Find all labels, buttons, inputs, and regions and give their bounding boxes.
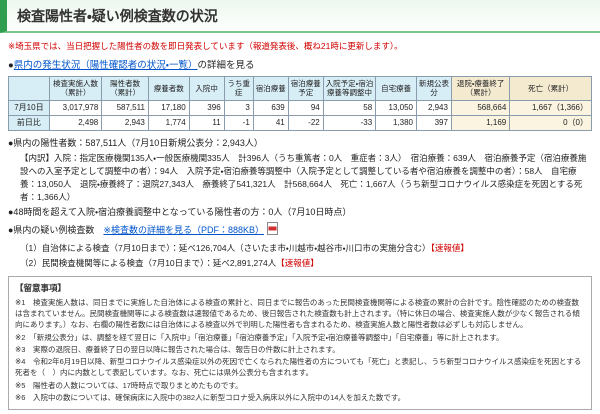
- cell-adjusting: 58: [322, 99, 377, 116]
- municipal-tests-text: （1）自治体による検査（7月10日まで）：延べ126,704人（さいたま市・川越…: [20, 242, 431, 253]
- table-row-daily-change: 前日比 2,498 2,943 1,774 11 -1 41 -22 -33 1…: [8, 114, 592, 131]
- col-header-discharged: 退院・療養終了（累計）: [450, 76, 511, 101]
- cell-under-care: 17,180: [147, 99, 190, 116]
- suspected-tests-label: ●県内の疑い例検査数: [8, 224, 104, 235]
- positives-total-line: ●県内の陽性者数：587,511人（7月10日新規公表分：2,943人）: [8, 137, 263, 148]
- cell-new-cases: 2,943: [416, 99, 452, 116]
- note-item-1: ※1 検査実施人数は、同日までに実施した自治体による検査の累計と、同日までに報告…: [15, 297, 580, 330]
- table-header-row: 検査実施人数（累計） 陽性者数（累計） 療養者数 入院中 うち重症 宿泊療養 宿…: [8, 76, 592, 101]
- cell-tested-total: 3,017,978: [48, 99, 103, 116]
- notes-title: 【留意事項】: [15, 283, 67, 294]
- breakdown-line: 【内訳】入院：指定医療機関135人・一般医療機関335人 計396人（うち重篤者…: [20, 153, 587, 202]
- col-header-hospitalized: 入院中: [188, 76, 225, 101]
- col-header-severe: うち重症: [223, 76, 254, 101]
- cell-under-care-change: 1,774: [147, 114, 190, 131]
- prefecture-status-link[interactable]: 県内の発生状況（陽性確認者の状況・一覧）: [14, 60, 198, 71]
- update-notice: ※埼玉県では、当日把握した陽性者の数を即日発表しています（報道発表後、概ね21時…: [8, 41, 403, 51]
- note-item-3: ※3 実際の退院日、療養終了日の翌日以降に報告された場合は、報告日の件数に計上さ…: [15, 344, 340, 354]
- col-header-under-care: 療養者数: [147, 76, 190, 101]
- status-table: 検査実施人数（累計） 陽性者数（累計） 療養者数 入院中 うち重症 宿泊療養 宿…: [8, 76, 592, 131]
- cell-deaths: 1,667（1,366）: [509, 99, 592, 116]
- pdf-icon: [267, 221, 279, 239]
- cell-hotel-planned: 94: [287, 99, 324, 116]
- cell-hotel-planned-change: -22: [287, 114, 324, 131]
- col-header-hotel-planned: 宿泊療養予定: [287, 76, 324, 101]
- private-tests-text: （2）民間検査機関等による検査（7月10日まで）：延べ2,891,274人: [20, 258, 277, 269]
- preliminary-badge: 【速報値】: [276, 258, 319, 269]
- page-content: ※埼玉県では、当日把握した陽性者の数を即日発表しています（報道発表後、概ね21時…: [0, 33, 600, 411]
- cell-discharged-change: 1,169: [450, 114, 511, 131]
- cell-severe-change: -1: [223, 114, 254, 131]
- cell-home-care: 13,050: [375, 99, 417, 116]
- col-header-label: [8, 76, 50, 101]
- test-count-pdf-link[interactable]: ※検査数の詳細を見る（PDF：888KB）: [103, 225, 264, 235]
- cell-new-cases-change: 397: [416, 114, 452, 131]
- cell-severe: 3: [223, 99, 254, 116]
- page-title: 検査陽性者・疑い例検査数の状況: [0, 0, 600, 33]
- col-header-new-cases: 新規公表分: [416, 76, 452, 101]
- table-row-current: 7月10日 3,017,978 587,511 17,180 396 3 639…: [8, 99, 592, 116]
- cell-positives-total: 587,511: [101, 99, 149, 116]
- col-header-adjusting: 入院予定・宿泊療養等調整中: [322, 76, 377, 101]
- cell-tested-total-change: 2,498: [48, 114, 103, 131]
- municipal-tests-line: （1）自治体による検査（7月10日まで）：延べ126,704人（さいたま市・川越…: [20, 242, 592, 255]
- note-item-2: ※2 「新規公表分」は、調整を経て翌日に「入院中」「宿泊療養」「宿泊療養予定」「…: [15, 332, 504, 342]
- page-root: 検査陽性者・疑い例検査数の状況 ※埼玉県では、当日把握した陽性者の数を即日発表し…: [0, 0, 600, 411]
- cell-hospitalized-change: 11: [188, 114, 225, 131]
- row-label-date: 7月10日: [8, 99, 50, 116]
- cell-hotel-care: 639: [252, 99, 289, 116]
- cell-positives-total-change: 2,943: [101, 114, 149, 131]
- col-header-positives-total: 陽性者数（累計）: [101, 76, 149, 101]
- note-item-4: ※4 令和2年6月19日以降、新型コロナウイルス感染症以外の死因で亡くなられた陽…: [15, 357, 582, 378]
- note-item-6: ※6 入院中の数については、確保病床に入院中の382人に新型コロナ受入病床以外に…: [15, 392, 406, 402]
- col-header-home-care: 自宅療養: [375, 76, 417, 101]
- status-link-suffix: の詳細を見る: [197, 60, 255, 71]
- status-link-line: ●県内の発生状況（陽性確認者の状況・一覧）の詳細を見る: [8, 57, 592, 71]
- suspected-tests-line: ●県内の疑い例検査数 ※検査数の詳細を見る（PDF：888KB）: [8, 221, 592, 239]
- over48h-line: ●48時間を超えて入院・宿泊療養調整中となっている陽性者の方：0人（7月10日時…: [8, 207, 352, 218]
- col-header-hotel-care: 宿泊療養: [252, 76, 289, 101]
- private-tests-line: （2）民間検査機関等による検査（7月10日まで）：延べ2,891,274人【速報…: [20, 257, 592, 270]
- col-header-tested-total: 検査実施人数（累計）: [48, 76, 103, 101]
- row-label-change: 前日比: [8, 114, 50, 131]
- summary-section: ●県内の陽性者数：587,511人（7月10日新規公表分：2,943人） 【内訳…: [8, 137, 592, 270]
- note-item-5: ※5 陽性者の人数については、17時時点で取りまとめたものです。: [15, 380, 243, 390]
- preliminary-badge: 【速報値】: [430, 242, 469, 253]
- cell-discharged: 568,664: [450, 99, 511, 116]
- cell-hospitalized: 396: [188, 99, 225, 116]
- cell-hotel-care-change: 41: [252, 114, 289, 131]
- notes-section: 【留意事項】 ※1 検査実施人数は、同日までに実施した自治体による検査の累計と、…: [8, 276, 592, 411]
- cell-home-care-change: 1,380: [375, 114, 417, 131]
- col-header-deaths: 死亡（累計）: [509, 76, 592, 101]
- cell-deaths-change: 0（0）: [509, 114, 592, 131]
- cell-adjusting-change: -33: [322, 114, 377, 131]
